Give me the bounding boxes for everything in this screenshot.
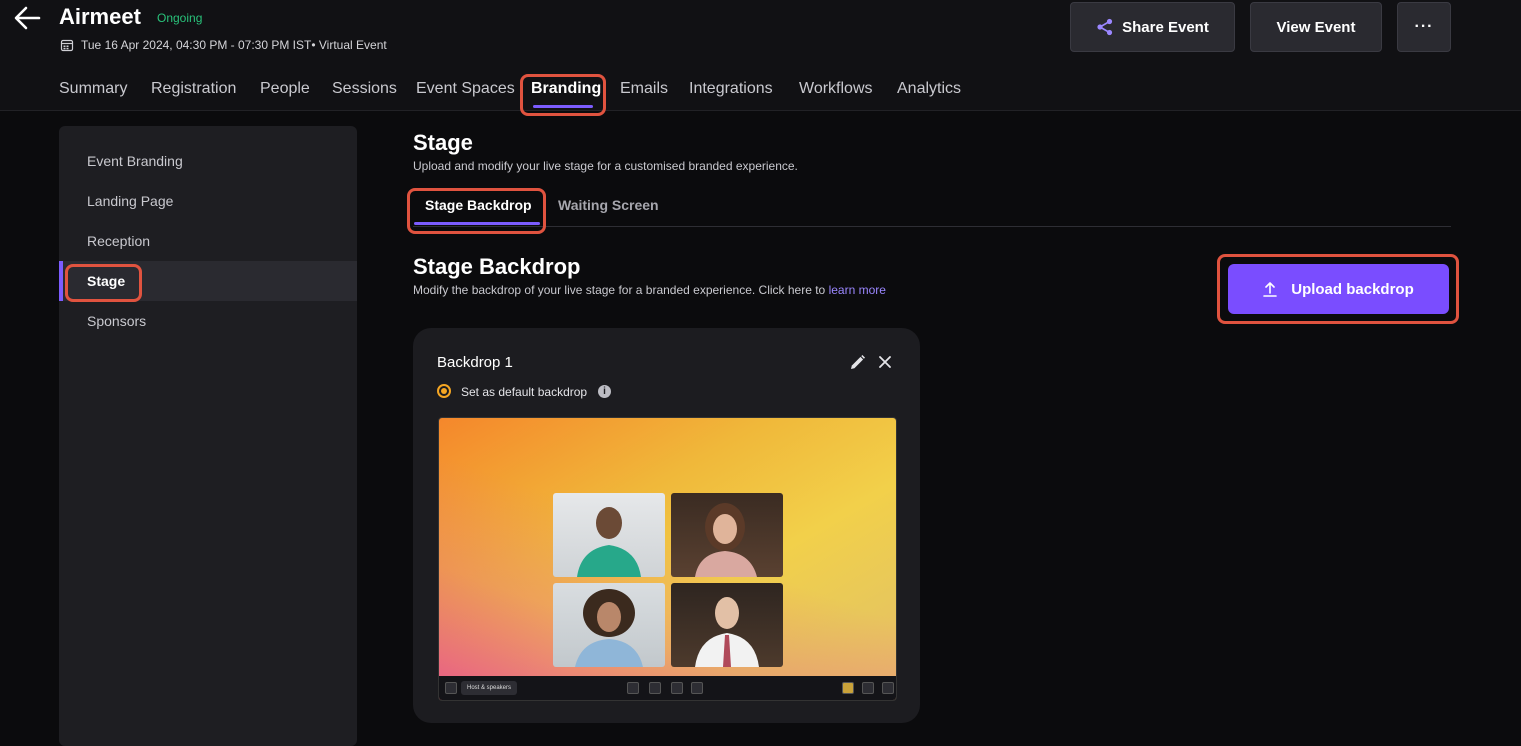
person-silhouette-icon <box>577 507 641 577</box>
sidebar-item-landing-page[interactable]: Landing Page <box>87 193 173 209</box>
tab-stage-backdrop[interactable]: Stage Backdrop <box>425 197 532 213</box>
preview-screen-share-icon <box>671 682 683 694</box>
preview-gradient-overlay <box>439 418 896 700</box>
tab-integrations[interactable]: Integrations <box>689 80 773 98</box>
arrow-left-icon <box>14 6 41 30</box>
default-backdrop-radio[interactable] <box>437 384 451 398</box>
edit-backdrop-button[interactable] <box>849 354 866 376</box>
preview-apps-icon <box>882 682 894 694</box>
backdrop-card: Backdrop 1 Set as default backdrop i Hos… <box>413 328 920 723</box>
pencil-icon <box>851 355 865 369</box>
tab-divider <box>413 226 1451 227</box>
view-event-button[interactable]: View Event <box>1250 2 1382 52</box>
tab-registration[interactable]: Registration <box>151 80 236 98</box>
preview-camera-icon <box>627 682 639 694</box>
preview-emoji-icon <box>842 682 854 694</box>
default-backdrop-label: Set as default backdrop <box>461 385 588 399</box>
preview-logo-icon <box>445 682 457 694</box>
participant-tile <box>671 493 783 577</box>
tab-active-indicator <box>414 222 540 225</box>
sidebar-item-reception[interactable]: Reception <box>87 233 150 249</box>
section-description-text: Modify the backdrop of your live stage f… <box>413 283 826 297</box>
remove-backdrop-button[interactable] <box>878 355 892 374</box>
tab-sessions[interactable]: Sessions <box>332 80 397 98</box>
more-horizontal-icon: ··· <box>1414 18 1434 35</box>
backdrop-preview: Host & speakers <box>438 417 897 701</box>
tab-analytics[interactable]: Analytics <box>897 80 961 98</box>
backdrop-title: Backdrop 1 <box>437 354 513 371</box>
participant-tile <box>553 493 665 577</box>
tab-branding[interactable]: Branding <box>531 80 601 98</box>
preview-settings-icon <box>691 682 703 694</box>
top-bar: Airmeet Ongoing Tue 16 Apr 2024, 04:30 P… <box>0 0 1521 111</box>
tab-people[interactable]: People <box>260 80 310 98</box>
person-silhouette-icon <box>575 589 643 667</box>
upload-icon <box>1263 282 1278 297</box>
nav-active-indicator <box>533 105 593 108</box>
view-event-label: View Event <box>1276 18 1356 36</box>
event-title: Airmeet <box>59 4 141 29</box>
participant-tile <box>671 583 783 667</box>
upload-backdrop-button[interactable]: Upload backdrop <box>1228 264 1449 314</box>
section-title: Stage Backdrop <box>413 254 581 279</box>
close-icon <box>879 356 891 368</box>
page-title: Stage <box>413 130 473 155</box>
share-event-button[interactable]: Share Event <box>1070 2 1235 52</box>
branding-sidebar: Event Branding Landing Page Reception St… <box>59 126 357 746</box>
participant-tile <box>553 583 665 667</box>
back-button[interactable] <box>12 4 42 32</box>
calendar-icon <box>60 39 74 52</box>
upload-backdrop-label: Upload backdrop <box>1291 280 1414 298</box>
info-icon[interactable]: i <box>598 385 611 398</box>
status-badge: Ongoing <box>157 11 203 25</box>
tab-waiting-screen[interactable]: Waiting Screen <box>558 197 659 213</box>
preview-stage-toolbar: Host & speakers <box>439 676 896 700</box>
person-silhouette-icon <box>695 597 759 667</box>
share-event-label: Share Event <box>1122 18 1209 36</box>
sidebar-item-event-branding[interactable]: Event Branding <box>87 153 183 169</box>
preview-grid-icon <box>862 682 874 694</box>
person-silhouette-icon <box>695 503 757 577</box>
tab-event-spaces[interactable]: Event Spaces <box>416 80 515 98</box>
section-description: Modify the backdrop of your live stage f… <box>413 283 886 297</box>
tab-emails[interactable]: Emails <box>620 80 668 98</box>
sidebar-item-sponsors[interactable]: Sponsors <box>87 313 146 329</box>
tab-workflows[interactable]: Workflows <box>799 80 873 98</box>
sidebar-item-stage[interactable]: Stage <box>87 273 125 289</box>
sidebar-active-indicator <box>59 261 63 301</box>
event-meta: Tue 16 Apr 2024, 04:30 PM - 07:30 PM IST… <box>81 38 387 52</box>
share-icon <box>1097 18 1113 36</box>
more-options-button[interactable]: ··· <box>1397 2 1451 52</box>
preview-host-pill: Host & speakers <box>461 681 517 695</box>
tab-summary[interactable]: Summary <box>59 80 127 98</box>
page-subtitle: Upload and modify your live stage for a … <box>413 159 798 173</box>
learn-more-link[interactable]: learn more <box>829 283 886 297</box>
preview-mic-icon <box>649 682 661 694</box>
